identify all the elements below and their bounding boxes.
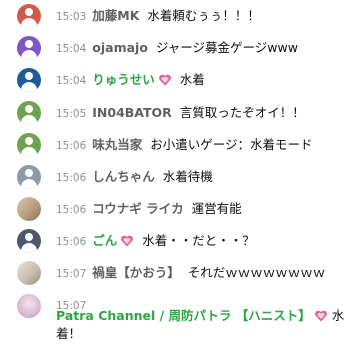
avatar[interactable] (17, 294, 41, 318)
author-name[interactable]: コウナギ ライカ (92, 201, 183, 216)
live-chat-panel: 15:03 加藤MK 水着頼むぅぅ！！！ 15:04 ojamajo ジャージ募金ゲージ… (0, 0, 360, 346)
message-text: 言質取ったぞオイ！！ (179, 105, 305, 120)
chat-message: 15:06 ごん 水着・・だと・・？ (0, 225, 360, 257)
message-text: ジャージ募金ゲージwww (155, 40, 298, 55)
timestamp: 15:04 (56, 75, 87, 87)
avatar[interactable] (17, 133, 41, 157)
message-text: それだｗｗｗｗｗｗｗｗ (187, 265, 326, 280)
author-name[interactable]: Patra Channel / 周防パトラ 【ハニスト】 (56, 308, 311, 323)
author-name[interactable]: ごん (92, 233, 117, 248)
timestamp: 15:06 (56, 172, 87, 184)
timestamp: 15:07 (56, 268, 87, 280)
avatar[interactable] (17, 165, 41, 189)
author-name[interactable]: 味丸当家 (92, 137, 142, 152)
chat-message: 15:07 禍皇【かおう】 それだｗｗｗｗｗｗｗｗ (0, 257, 360, 289)
author-name[interactable]: しんちゃん (92, 169, 155, 184)
chat-message: 15:06 コウナギ ライカ 運営有能 (0, 193, 360, 225)
avatar[interactable] (17, 197, 41, 221)
avatar[interactable] (17, 101, 41, 125)
chat-message: 15:05 IN04BATOR 言質取ったぞオイ！！ (0, 97, 360, 129)
chat-message: 15:04 ojamajo ジャージ募金ゲージwww (0, 32, 360, 64)
timestamp: 15:06 (56, 236, 87, 248)
timestamp: 15:06 (56, 204, 87, 216)
member-badge-icon (158, 74, 171, 86)
message-text: お小遣いゲージ：水着モード (150, 137, 313, 152)
avatar[interactable] (17, 261, 41, 285)
chat-message: 15:03 加藤MK 水着頼むぅぅ！！！ (0, 0, 360, 32)
message-text: 運営有能 (191, 201, 242, 216)
chat-message: 15:04 りゅうせい 水着 (0, 64, 360, 96)
author-name[interactable]: 禍皇【かおう】 (92, 265, 180, 280)
avatar[interactable] (17, 68, 41, 92)
message-text: 水着待機 (162, 169, 213, 184)
timestamp: 15:06 (56, 140, 87, 152)
timestamp: 15:05 (56, 108, 87, 120)
chat-message: 15:06 しんちゃん 水着待機 (0, 161, 360, 193)
chat-message: 15:06 味丸当家 お小遣いゲージ：水着モード (0, 129, 360, 161)
timestamp: 15:04 (56, 43, 87, 55)
member-badge-icon (314, 310, 327, 322)
author-name[interactable]: ojamajo (92, 40, 148, 55)
timestamp: 15:03 (56, 11, 87, 23)
message-text: 水着・・だと・・？ (142, 233, 255, 248)
message-text: 水着 (179, 72, 205, 87)
author-name[interactable]: りゅうせい (92, 72, 155, 87)
avatar[interactable] (17, 4, 41, 28)
avatar[interactable] (17, 229, 41, 253)
author-name[interactable]: 加藤MK (92, 8, 139, 23)
author-name[interactable]: IN04BATOR (92, 105, 172, 120)
avatar[interactable] (17, 36, 41, 60)
member-badge-icon (121, 235, 134, 247)
message-text: 水着頼むぅぅ！！！ (147, 8, 260, 23)
